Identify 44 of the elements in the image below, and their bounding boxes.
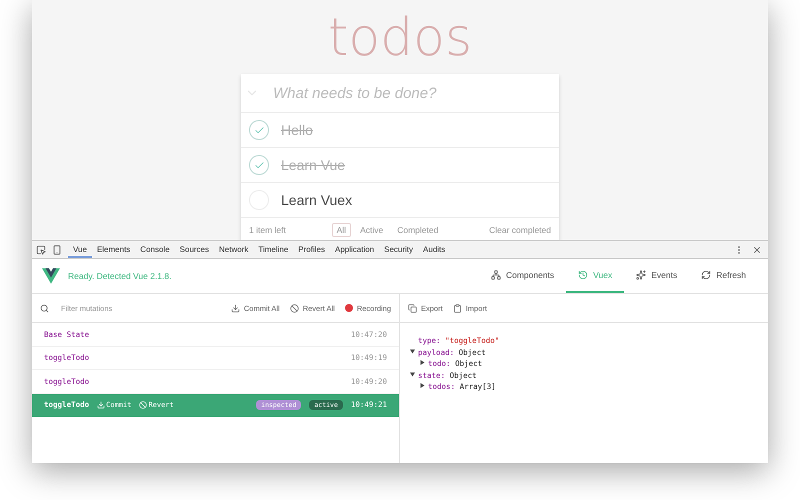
copy-icon: [408, 304, 417, 312]
devtools-tab[interactable]: Application: [330, 241, 380, 258]
todo-checkbox[interactable]: [249, 155, 269, 175]
record-dot-icon: [344, 304, 353, 312]
collapsed-arrow-icon[interactable]: [420, 360, 425, 365]
clipboard-icon: [452, 304, 462, 312]
nav-tab[interactable]: Events: [624, 259, 690, 293]
devtools-tab[interactable]: Elements: [92, 241, 136, 258]
todo-text: Learn Vue: [281, 157, 346, 173]
devtools-tab[interactable]: Audits: [418, 241, 450, 258]
vue-logo-icon: [42, 268, 60, 284]
status-text: Ready. Detected Vue 2.1.8.: [68, 271, 172, 281]
todo-text: Hello: [281, 122, 313, 138]
devtools-tab[interactable]: Security: [379, 241, 418, 258]
todo-checkbox[interactable]: [249, 120, 269, 140]
nav-tab[interactable]: Components: [478, 259, 566, 293]
devtools-tab[interactable]: Network: [214, 241, 254, 258]
refresh-icon: [701, 270, 712, 280]
check-icon: [254, 124, 264, 136]
devtools-tab[interactable]: Sources: [174, 241, 214, 258]
items-left-count: 1 item left: [249, 225, 286, 235]
inspect-element-icon[interactable]: [36, 244, 46, 254]
expanded-arrow-icon[interactable]: [410, 348, 415, 354]
nav-tab[interactable]: Refresh: [689, 259, 758, 293]
check-icon: [254, 160, 264, 170]
sparkles-icon: [636, 270, 646, 280]
devtools-tab[interactable]: Profiles: [293, 241, 330, 258]
todo-text: Learn Vuex: [281, 192, 352, 208]
search-icon: [40, 304, 49, 312]
device-icon[interactable]: [52, 244, 62, 254]
nodes-icon: [490, 270, 501, 280]
history-icon: [578, 270, 588, 280]
collapsed-arrow-icon[interactable]: [420, 383, 425, 388]
download-icon: [230, 304, 240, 312]
expanded-arrow-icon[interactable]: [410, 372, 415, 376]
devtools-tab[interactable]: Vue: [68, 241, 92, 258]
ban-icon: [290, 304, 299, 312]
devtools-tab[interactable]: Console: [135, 241, 175, 258]
ban-icon: [139, 400, 148, 409]
app-title: todos: [328, 10, 472, 66]
close-icon[interactable]: [752, 244, 762, 254]
devtools-tab[interactable]: Timeline: [253, 241, 294, 258]
new-todo-field[interactable]: What needs to be done?: [271, 84, 559, 102]
download-icon: [97, 400, 106, 409]
